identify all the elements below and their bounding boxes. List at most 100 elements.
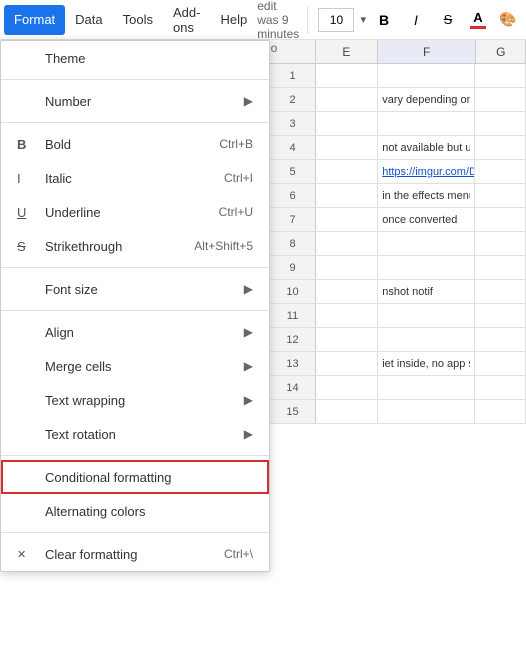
menu-item-bold[interactable]: B Bold Ctrl+B: [1, 127, 269, 161]
bold-button[interactable]: B: [370, 6, 398, 34]
cell-text: iet inside, no app showing in playstore: [382, 358, 470, 370]
cell-f9[interactable]: [378, 256, 475, 279]
cell-e11[interactable]: [316, 304, 378, 327]
table-row: 14: [270, 376, 526, 400]
col-header-f[interactable]: F: [378, 40, 477, 63]
cell-e10[interactable]: [316, 280, 378, 303]
menu-item-number[interactable]: Number ▶: [1, 84, 269, 118]
divider-2: [1, 122, 269, 123]
cell-f12[interactable]: [378, 328, 475, 351]
table-row: 4 not available but updated the schema: [270, 136, 526, 160]
cell-f3[interactable]: [378, 112, 475, 135]
theme-label: Theme: [45, 51, 253, 66]
cell-f8[interactable]: [378, 232, 475, 255]
cell-g2[interactable]: [475, 88, 526, 111]
menu-item-text-rotation[interactable]: Text rotation ▶: [1, 417, 269, 451]
cell-e12[interactable]: [316, 328, 378, 351]
cell-e5[interactable]: [316, 160, 378, 183]
underline-shortcut: Ctrl+U: [219, 205, 253, 219]
cell-g15[interactable]: [475, 400, 526, 423]
alternating-colors-label: Alternating colors: [45, 504, 253, 519]
menu-item-underline[interactable]: U Underline Ctrl+U: [1, 195, 269, 229]
cell-g13[interactable]: [475, 352, 526, 375]
strikethrough-button[interactable]: S: [434, 6, 462, 34]
clear-formatting-shortcut: Ctrl+\: [224, 547, 253, 561]
strikethrough-shortcut: Alt+Shift+5: [194, 239, 253, 253]
cell-f7[interactable]: once converted: [378, 208, 475, 231]
cell-f15[interactable]: [378, 400, 475, 423]
cell-g4[interactable]: [475, 136, 526, 159]
align-arrow: ▶: [244, 325, 253, 339]
cell-g1[interactable]: [475, 64, 526, 87]
table-row: 13 iet inside, no app showing in playsto…: [270, 352, 526, 376]
font-size-dropdown[interactable]: ▾: [360, 13, 366, 26]
table-row: 15: [270, 400, 526, 424]
menu-help[interactable]: Help: [210, 5, 257, 35]
cell-f11[interactable]: [378, 304, 475, 327]
paint-format-button[interactable]: 🎨: [494, 6, 522, 34]
text-rotation-arrow: ▶: [244, 427, 253, 441]
table-row: 5 https://imgur.com/DmrNoKZ: [270, 160, 526, 184]
cell-g14[interactable]: [475, 376, 526, 399]
cell-e1[interactable]: [316, 64, 378, 87]
menu-item-align[interactable]: Align ▶: [1, 315, 269, 349]
number-arrow: ▶: [244, 94, 253, 108]
cell-e8[interactable]: [316, 232, 378, 255]
cell-g7[interactable]: [475, 208, 526, 231]
cell-g10[interactable]: [475, 280, 526, 303]
row-num-3: 3: [270, 112, 316, 135]
cell-f5[interactable]: https://imgur.com/DmrNoKZ: [378, 160, 475, 183]
menu-item-strikethrough[interactable]: S Strikethrough Alt+Shift+5: [1, 229, 269, 263]
font-size-label: Font size: [45, 282, 244, 297]
font-color-button[interactable]: A: [466, 6, 490, 34]
menu-item-font-size[interactable]: Font size ▶: [1, 272, 269, 306]
font-size-input[interactable]: [318, 8, 354, 32]
cell-text: vary depending on Android version: [382, 94, 470, 106]
menu-data[interactable]: Data: [65, 5, 112, 35]
cell-link[interactable]: https://imgur.com/DmrNoKZ: [382, 166, 475, 178]
font-color-bar: [470, 26, 486, 29]
cell-e7[interactable]: [316, 208, 378, 231]
divider-3: [1, 267, 269, 268]
menu-tools[interactable]: Tools: [113, 5, 163, 35]
cell-g12[interactable]: [475, 328, 526, 351]
menu-item-italic[interactable]: I Italic Ctrl+I: [1, 161, 269, 195]
cell-e9[interactable]: [316, 256, 378, 279]
menu-addons[interactable]: Add-ons: [163, 5, 210, 35]
cell-e3[interactable]: [316, 112, 378, 135]
cell-e2[interactable]: [316, 88, 378, 111]
cell-g8[interactable]: [475, 232, 526, 255]
cell-g9[interactable]: [475, 256, 526, 279]
cell-e15[interactable]: [316, 400, 378, 423]
italic-button[interactable]: I: [402, 6, 430, 34]
col-header-g[interactable]: G: [476, 40, 526, 63]
cell-e4[interactable]: [316, 136, 378, 159]
cell-f4[interactable]: not available but updated the schema: [378, 136, 475, 159]
cell-e13[interactable]: [316, 352, 378, 375]
cell-g5[interactable]: [475, 160, 526, 183]
cell-e14[interactable]: [316, 376, 378, 399]
cell-f6[interactable]: in the effects menu: [378, 184, 475, 207]
cell-g3[interactable]: [475, 112, 526, 135]
cell-f14[interactable]: [378, 376, 475, 399]
cell-f2[interactable]: vary depending on Android version: [378, 88, 475, 111]
cell-f1[interactable]: [378, 64, 475, 87]
menu-item-alternating-colors[interactable]: Alternating colors: [1, 494, 269, 528]
menu-item-theme[interactable]: Theme: [1, 41, 269, 75]
cell-g6[interactable]: [475, 184, 526, 207]
menu-item-merge-cells[interactable]: Merge cells ▶: [1, 349, 269, 383]
cell-f13[interactable]: iet inside, no app showing in playstore: [378, 352, 475, 375]
col-header-e[interactable]: E: [316, 40, 378, 63]
row-num-4: 4: [270, 136, 316, 159]
cell-e6[interactable]: [316, 184, 378, 207]
menu-item-clear-formatting[interactable]: ✕ Clear formatting Ctrl+\: [1, 537, 269, 571]
clear-formatting-label: Clear formatting: [45, 547, 224, 562]
cell-f10[interactable]: nshot notif: [378, 280, 475, 303]
cell-g11[interactable]: [475, 304, 526, 327]
row-num-13: 13: [270, 352, 316, 375]
text-wrapping-arrow: ▶: [244, 393, 253, 407]
cell-text: not available but updated the schema: [382, 142, 470, 154]
menu-item-text-wrapping[interactable]: Text wrapping ▶: [1, 383, 269, 417]
menu-format[interactable]: Format: [4, 5, 65, 35]
menu-item-conditional-formatting[interactable]: Conditional formatting: [1, 460, 269, 494]
